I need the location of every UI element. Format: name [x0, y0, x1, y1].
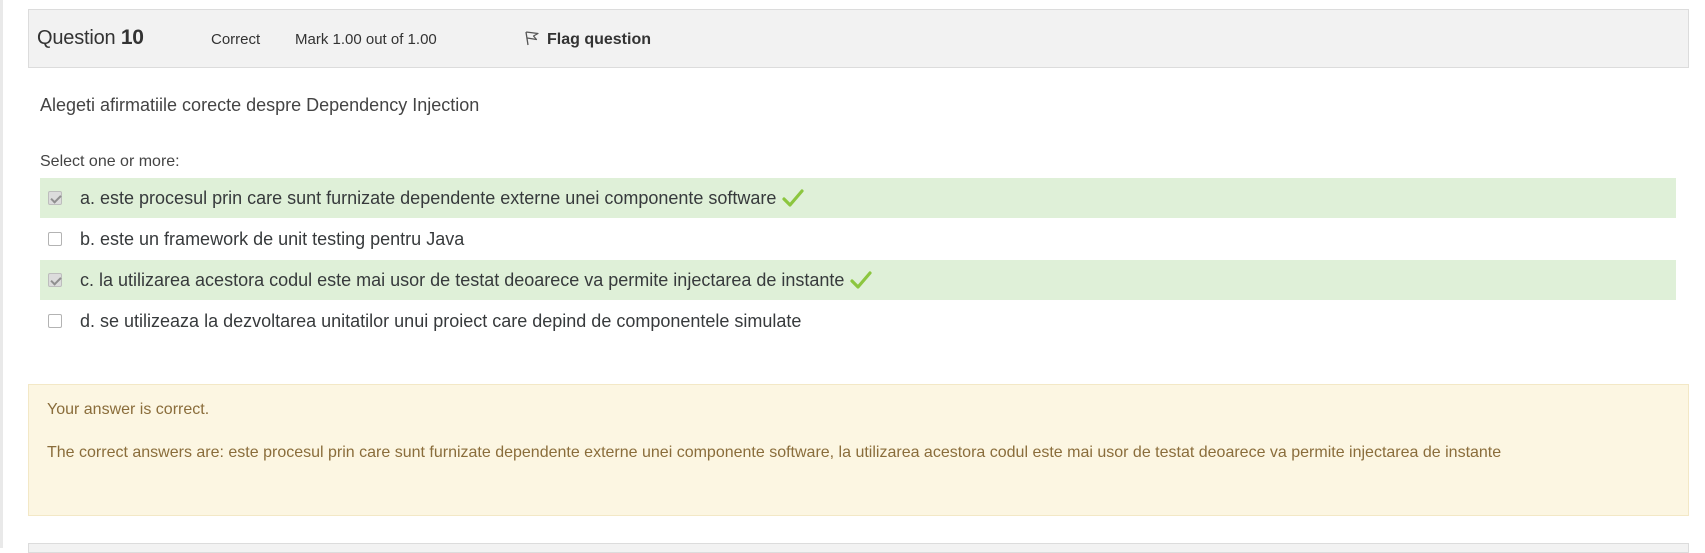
next-question-edge: [28, 543, 1689, 553]
question-label: Question: [37, 27, 116, 49]
answer-label-a: a. este procesul prin care sunt furnizat…: [80, 187, 777, 208]
flag-question-button[interactable]: Flag question: [524, 29, 651, 51]
question-info-bar: Question 10 Correct Mark 1.00 out of 1.0…: [28, 9, 1689, 68]
question-grade: Mark 1.00 out of 1.00: [295, 31, 437, 48]
answer-checkbox-a[interactable]: [48, 191, 62, 205]
answer-list: a. este procesul prin care sunt furnizat…: [40, 178, 1676, 342]
check-icon: [782, 188, 805, 208]
correct-answers-text: The correct answers are: este procesul p…: [47, 444, 1502, 461]
check-icon: [850, 270, 873, 290]
question-text: Alegeti afirmatiile corecte despre Depen…: [40, 95, 480, 115]
answer-label-c: c. la utilizarea acestora codul este mai…: [80, 269, 845, 290]
answer-label-b: b. este un framework de unit testing pen…: [80, 228, 465, 249]
answer-option-c: c. la utilizarea acestora codul este mai…: [40, 260, 1676, 300]
answer-label-d: d. se utilizeaza la dezvoltarea unitatil…: [80, 310, 802, 331]
flag-question-label: Flag question: [547, 31, 651, 48]
answer-checkbox-c[interactable]: [48, 273, 62, 287]
answer-checkbox-b[interactable]: [48, 232, 62, 246]
feedback-status: Your answer is correct.: [47, 401, 210, 418]
answer-prompt: Select one or more:: [40, 153, 180, 170]
answer-option-b: b. este un framework de unit testing pen…: [40, 219, 1676, 259]
question-number: Question 10: [37, 26, 144, 50]
answer-option-d: d. se utilizeaza la dezvoltarea unitatil…: [40, 301, 1676, 341]
answer-option-a: a. este procesul prin care sunt furnizat…: [40, 178, 1676, 218]
feedback-box: Your answer is correct. The correct answ…: [28, 384, 1689, 516]
flag-icon: [524, 29, 540, 51]
page-left-edge: [0, 0, 3, 548]
question-state: Correct: [211, 31, 261, 48]
question-number-value: 10: [120, 26, 144, 49]
answer-checkbox-d[interactable]: [48, 314, 62, 328]
